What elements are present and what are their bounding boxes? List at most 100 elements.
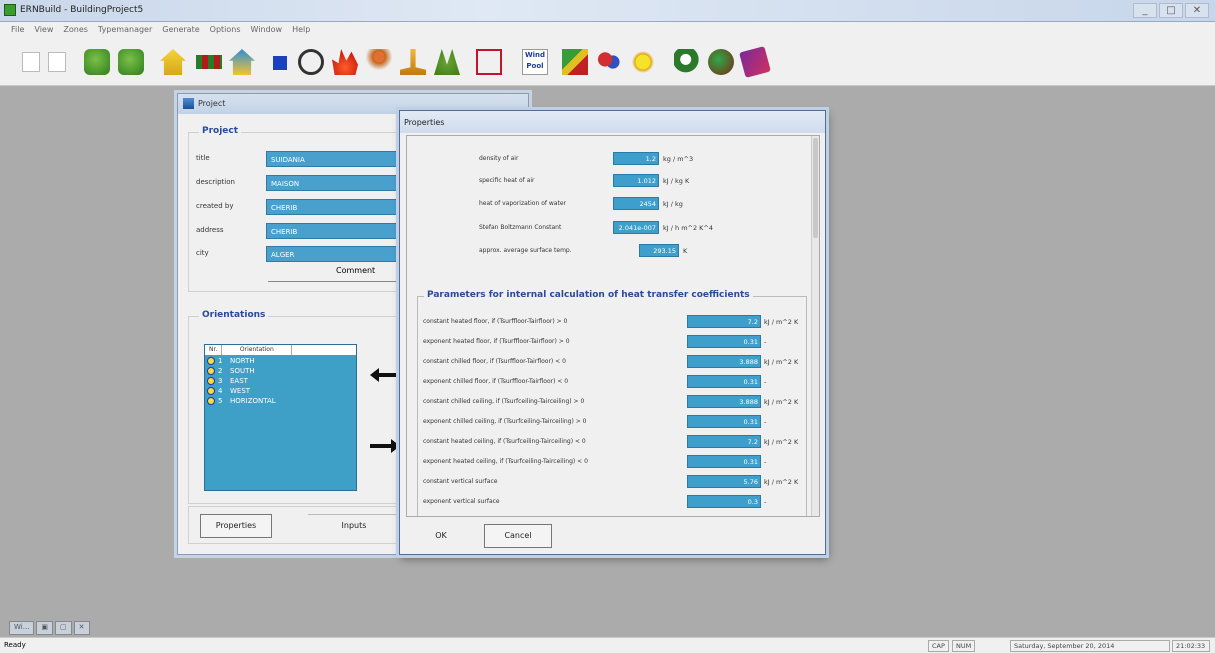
column-orientation[interactable]: Orientation xyxy=(222,345,293,355)
wall-icon[interactable] xyxy=(196,55,222,69)
menu-zones[interactable]: Zones xyxy=(58,22,93,40)
param-label: Stefan Boltzmann Constant xyxy=(479,224,562,231)
tree2-icon[interactable] xyxy=(118,49,144,75)
coeff-label: exponent vertical surface xyxy=(423,498,500,505)
properties-dialog-title[interactable]: Properties xyxy=(400,111,825,133)
coeff-input[interactable]: 3.888 xyxy=(687,395,761,408)
menu-window[interactable]: Window xyxy=(246,22,288,40)
maximize-icon[interactable]: ▢ xyxy=(55,621,72,635)
app-icon xyxy=(4,4,16,16)
vertical-scrollbar[interactable] xyxy=(811,136,819,516)
toolbar: Wind Pool xyxy=(0,40,1215,86)
title-bar: ERNBuild - BuildingProject5 _ □ ✕ xyxy=(0,0,1215,22)
status-ready: Ready xyxy=(4,641,26,649)
person-icon[interactable] xyxy=(366,49,392,75)
coeff-input[interactable]: 5.76 xyxy=(687,475,761,488)
close-icon[interactable]: ✕ xyxy=(73,621,90,635)
properties-button[interactable]: Properties xyxy=(200,514,272,538)
coeff-input[interactable]: 0.31 xyxy=(687,415,761,428)
inputs-button[interactable]: Inputs xyxy=(308,514,400,538)
list-item[interactable]: 3 EAST xyxy=(205,376,356,386)
param-unit: kJ / kg K xyxy=(663,177,690,185)
list-item[interactable]: 4 WEST xyxy=(205,386,356,396)
fan-icon[interactable] xyxy=(298,49,324,75)
num-indicator: NUM xyxy=(952,640,976,652)
param-unit: K xyxy=(683,247,688,255)
menu-options[interactable]: Options xyxy=(205,22,246,40)
new-file-icon[interactable] xyxy=(22,52,40,72)
properties-dialog: Properties density of air 1.2 kg / m^3 s… xyxy=(399,110,826,555)
address-label: address xyxy=(196,226,224,234)
fire-icon[interactable] xyxy=(332,49,358,75)
list-item[interactable]: 5 HORIZONTAL xyxy=(205,396,356,406)
created-by-label: created by xyxy=(196,202,234,210)
house-icon[interactable] xyxy=(160,49,186,75)
sun-icon[interactable] xyxy=(630,49,656,75)
list-item[interactable]: 2 SOUTH xyxy=(205,366,356,376)
minimized-window-tab[interactable]: Wi... xyxy=(9,621,35,635)
coeff-row: exponent vertical surface 0.3 - xyxy=(407,495,807,508)
coeff-input[interactable]: 0.3 xyxy=(687,495,761,508)
param-input[interactable]: 2.041e-007 xyxy=(613,221,659,234)
ok-button[interactable]: OK xyxy=(422,525,460,549)
info-icon[interactable] xyxy=(674,49,700,75)
coeff-input[interactable]: 0.31 xyxy=(687,335,761,348)
menu-typemanager[interactable]: Typemanager xyxy=(93,22,157,40)
orientation-name: NORTH xyxy=(230,357,255,365)
coeff-row: constant heated floor, if (Tsurffloor-Ta… xyxy=(407,315,807,328)
menu-generate[interactable]: Generate xyxy=(157,22,204,40)
tree-icon[interactable] xyxy=(84,49,110,75)
coeff-label: constant chilled ceiling, if (Tsurfceili… xyxy=(423,398,585,405)
coeff-input[interactable]: 3.888 xyxy=(687,355,761,368)
windpool-icon[interactable]: Wind Pool xyxy=(522,49,548,75)
menu-view[interactable]: View xyxy=(29,22,58,40)
house-color-icon[interactable] xyxy=(229,49,255,75)
people-icon[interactable] xyxy=(596,49,622,75)
coeff-input[interactable]: 7.2 xyxy=(687,315,761,328)
param-label: heat of vaporization of water xyxy=(479,200,566,207)
orientation-nr: 3 xyxy=(218,377,223,385)
maximize-button[interactable]: □ xyxy=(1159,3,1183,18)
param-row: heat of vaporization of water 2454 kJ / … xyxy=(407,197,807,210)
properties-scroll-area: density of air 1.2 kg / m^3 specific hea… xyxy=(406,135,820,517)
coeff-label: exponent chilled ceiling, if (Tsurfceili… xyxy=(423,418,587,425)
arrow-right-icon[interactable] xyxy=(370,439,400,453)
title-label: title xyxy=(196,154,210,162)
coeff-input[interactable]: 7.2 xyxy=(687,435,761,448)
close-button[interactable]: ✕ xyxy=(1185,3,1209,18)
globe-icon[interactable] xyxy=(708,49,734,75)
param-input[interactable]: 293.15 xyxy=(639,244,679,257)
menu-help[interactable]: Help xyxy=(287,22,315,40)
arrow-left-icon[interactable] xyxy=(370,368,400,382)
lamp-icon[interactable] xyxy=(400,49,426,75)
column-nr[interactable]: Nr. xyxy=(205,345,223,355)
minimize-button[interactable]: _ xyxy=(1133,3,1157,18)
menu-bar: File View Zones Typemanager Generate Opt… xyxy=(0,22,1215,40)
menu-file[interactable]: File xyxy=(6,22,29,40)
status-bar: Ready CAP NUM Saturday, September 20, 20… xyxy=(0,637,1215,653)
chart-icon[interactable] xyxy=(562,49,588,75)
project-group-label: Project xyxy=(199,126,242,136)
coeff-input[interactable]: 0.31 xyxy=(687,375,761,388)
graph-icon[interactable] xyxy=(476,49,502,75)
coeff-label: constant heated ceiling, if (Tsurfceilin… xyxy=(423,438,586,445)
book-icon[interactable] xyxy=(739,46,771,78)
param-input[interactable]: 1.2 xyxy=(613,152,659,165)
restore-icon[interactable]: ▣ xyxy=(36,621,54,635)
status-time: 21:02:33 xyxy=(1172,640,1210,652)
orientation-dot-icon xyxy=(207,397,215,405)
orientation-dot-icon xyxy=(207,357,215,365)
open-file-icon[interactable] xyxy=(48,52,66,72)
cancel-button[interactable]: Cancel xyxy=(484,524,552,548)
orientation-name: EAST xyxy=(230,377,248,385)
plant-icon[interactable] xyxy=(434,49,460,75)
scrollbar-thumb[interactable] xyxy=(813,138,818,238)
param-input[interactable]: 1.012 xyxy=(613,174,659,187)
orientations-list[interactable]: Nr. Orientation 1 NORTH 2 SOUTH 3 EAST 4… xyxy=(204,344,357,491)
list-item[interactable]: 1 NORTH xyxy=(205,356,356,366)
blue-square-icon[interactable] xyxy=(273,56,287,70)
coeff-input[interactable]: 0.31 xyxy=(687,455,761,468)
param-input[interactable]: 2454 xyxy=(613,197,659,210)
coeff-unit: kJ / m^2 K xyxy=(764,478,799,486)
coeff-unit: kJ / m^2 K xyxy=(764,398,799,406)
